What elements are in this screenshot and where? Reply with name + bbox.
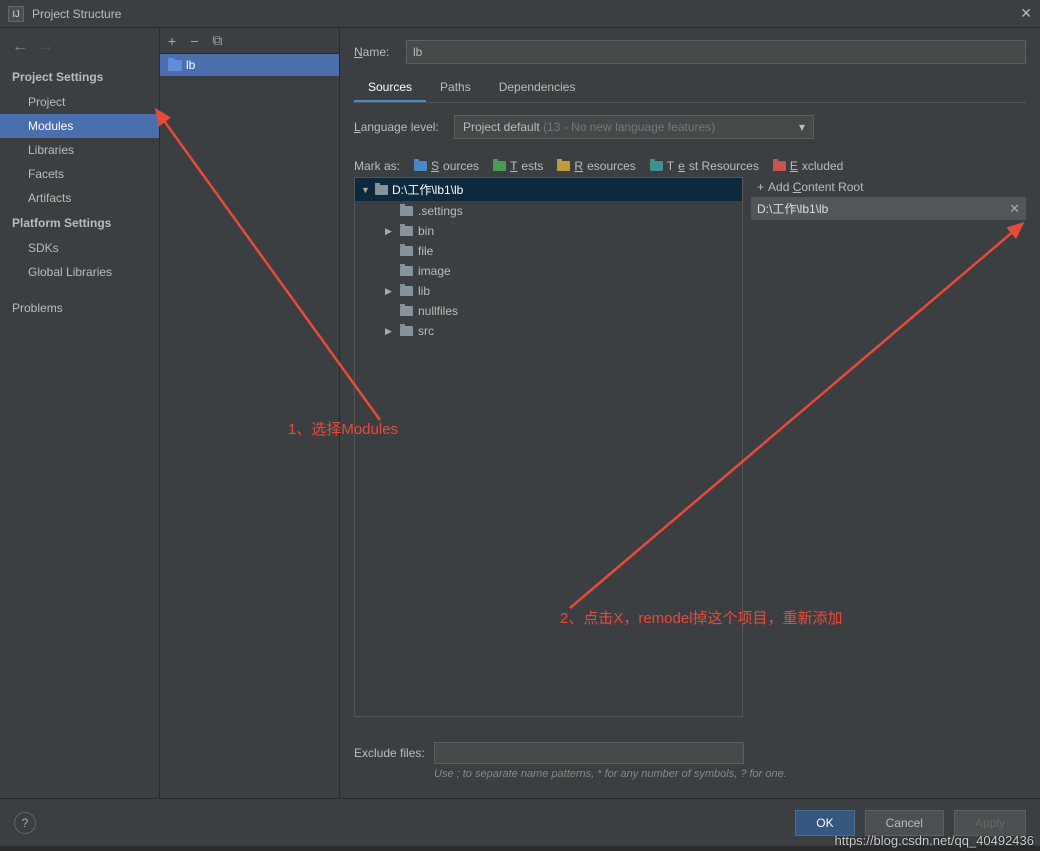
tree-node-label: bin xyxy=(418,224,434,238)
module-content: Name: Sources Paths Dependencies Languag… xyxy=(340,28,1040,798)
module-folder-icon xyxy=(168,60,182,71)
tab-sources[interactable]: Sources xyxy=(354,74,426,102)
remove-content-root-icon[interactable]: ✕ xyxy=(1009,201,1020,217)
content-root-entry[interactable]: D:\工作\lb1\lb ✕ xyxy=(751,197,1026,220)
add-content-root-button[interactable]: + Add Content Root xyxy=(751,177,1026,197)
content-root-path: D:\工作\lb1\lb xyxy=(757,200,828,217)
apply-button[interactable]: Apply xyxy=(954,810,1026,836)
sidebar-item-problems[interactable]: Problems xyxy=(0,296,159,320)
tree-node[interactable]: nullfiles xyxy=(355,301,742,321)
chevron-down-icon: ▾ xyxy=(799,120,805,134)
module-entry-lb[interactable]: lb xyxy=(160,54,339,76)
expander-icon[interactable]: ▼ xyxy=(361,185,371,195)
tab-paths[interactable]: Paths xyxy=(426,74,485,102)
tree-node[interactable]: ▶ lib xyxy=(355,281,742,301)
folder-icon xyxy=(400,266,413,276)
app-icon: IJ xyxy=(8,6,24,22)
tree-node[interactable]: ▶ src xyxy=(355,321,742,341)
mark-test-resources[interactable]: Test Resources xyxy=(650,159,759,173)
platform-settings-header: Platform Settings xyxy=(0,210,159,236)
content-roots-panel: + Add Content Root D:\工作\lb1\lb ✕ xyxy=(751,177,1026,717)
ok-button[interactable]: OK xyxy=(795,810,854,836)
module-name: lb xyxy=(186,58,195,72)
folder-icon xyxy=(400,246,413,256)
watermark: https://blog.csdn.net/qq_40492436 xyxy=(835,833,1035,848)
tree-root[interactable]: ▼ D:\工作\lb1\lb xyxy=(355,178,742,201)
copy-module-icon[interactable]: ⧉ xyxy=(212,32,222,49)
folder-icon xyxy=(400,326,413,336)
expander-icon[interactable]: ▶ xyxy=(385,226,395,237)
remove-module-icon[interactable]: − xyxy=(190,33,198,49)
source-tree[interactable]: ▼ D:\工作\lb1\lb .settings ▶ bin file image ▶ li… xyxy=(354,177,743,717)
mark-sources[interactable]: Sources xyxy=(414,159,479,173)
mark-resources[interactable]: Resources xyxy=(557,159,635,173)
add-module-icon[interactable]: + xyxy=(168,33,176,49)
nav-forward-icon: → xyxy=(38,38,54,56)
folder-icon xyxy=(400,286,413,296)
language-level-label: Language level: xyxy=(354,120,454,134)
sidebar-item-libraries[interactable]: Libraries xyxy=(0,138,159,162)
tree-node-label: image xyxy=(418,264,451,278)
tree-root-label: D:\工作\lb1\lb xyxy=(392,181,463,198)
tree-node[interactable]: .settings xyxy=(355,201,742,221)
sidebar-item-sdks[interactable]: SDKs xyxy=(0,236,159,260)
window-title: Project Structure xyxy=(32,7,1020,21)
module-tabs: Sources Paths Dependencies xyxy=(354,74,1026,103)
tree-node-label: lib xyxy=(418,284,430,298)
folder-icon xyxy=(400,206,413,216)
titlebar: IJ Project Structure ✕ xyxy=(0,0,1040,28)
language-level-select[interactable]: Project default (13 - No new language fe… xyxy=(454,115,814,139)
tree-node-label: .settings xyxy=(418,204,463,218)
close-icon[interactable]: ✕ xyxy=(1020,5,1032,22)
exclude-files-label: Exclude files: xyxy=(354,746,428,760)
sidebar: ← → Project Settings Project Modules Lib… xyxy=(0,28,160,798)
expander-icon[interactable]: ▶ xyxy=(385,326,395,337)
cancel-button[interactable]: Cancel xyxy=(865,810,944,836)
sidebar-item-global-libraries[interactable]: Global Libraries xyxy=(0,260,159,284)
folder-icon xyxy=(400,306,413,316)
tree-node-label: src xyxy=(418,324,434,338)
mark-excluded[interactable]: Excluded xyxy=(773,159,843,173)
nav-back-icon[interactable]: ← xyxy=(12,38,28,56)
sidebar-item-project[interactable]: Project xyxy=(0,90,159,114)
module-list: + − ⧉ lb xyxy=(160,28,340,798)
folder-icon xyxy=(375,185,388,195)
module-name-input[interactable] xyxy=(406,40,1026,64)
help-button[interactable]: ? xyxy=(14,812,36,834)
tree-node[interactable]: file xyxy=(355,241,742,261)
tree-node[interactable]: ▶ bin xyxy=(355,221,742,241)
exclude-files-hint: Use ; to separate name patterns, * for a… xyxy=(434,768,787,780)
sidebar-item-artifacts[interactable]: Artifacts xyxy=(0,186,159,210)
tree-node[interactable]: image xyxy=(355,261,742,281)
sidebar-item-modules[interactable]: Modules xyxy=(0,114,159,138)
name-label: Name: xyxy=(354,45,406,59)
plus-icon: + xyxy=(757,180,764,194)
sidebar-item-facets[interactable]: Facets xyxy=(0,162,159,186)
mark-tests[interactable]: Tests xyxy=(493,159,543,173)
exclude-files-input[interactable] xyxy=(434,742,744,764)
tree-node-label: file xyxy=(418,244,433,258)
expander-icon[interactable]: ▶ xyxy=(385,286,395,297)
folder-icon xyxy=(400,226,413,236)
project-settings-header: Project Settings xyxy=(0,64,159,90)
tab-dependencies[interactable]: Dependencies xyxy=(485,74,590,102)
mark-as-label: Mark as: xyxy=(354,159,400,173)
tree-node-label: nullfiles xyxy=(418,304,458,318)
